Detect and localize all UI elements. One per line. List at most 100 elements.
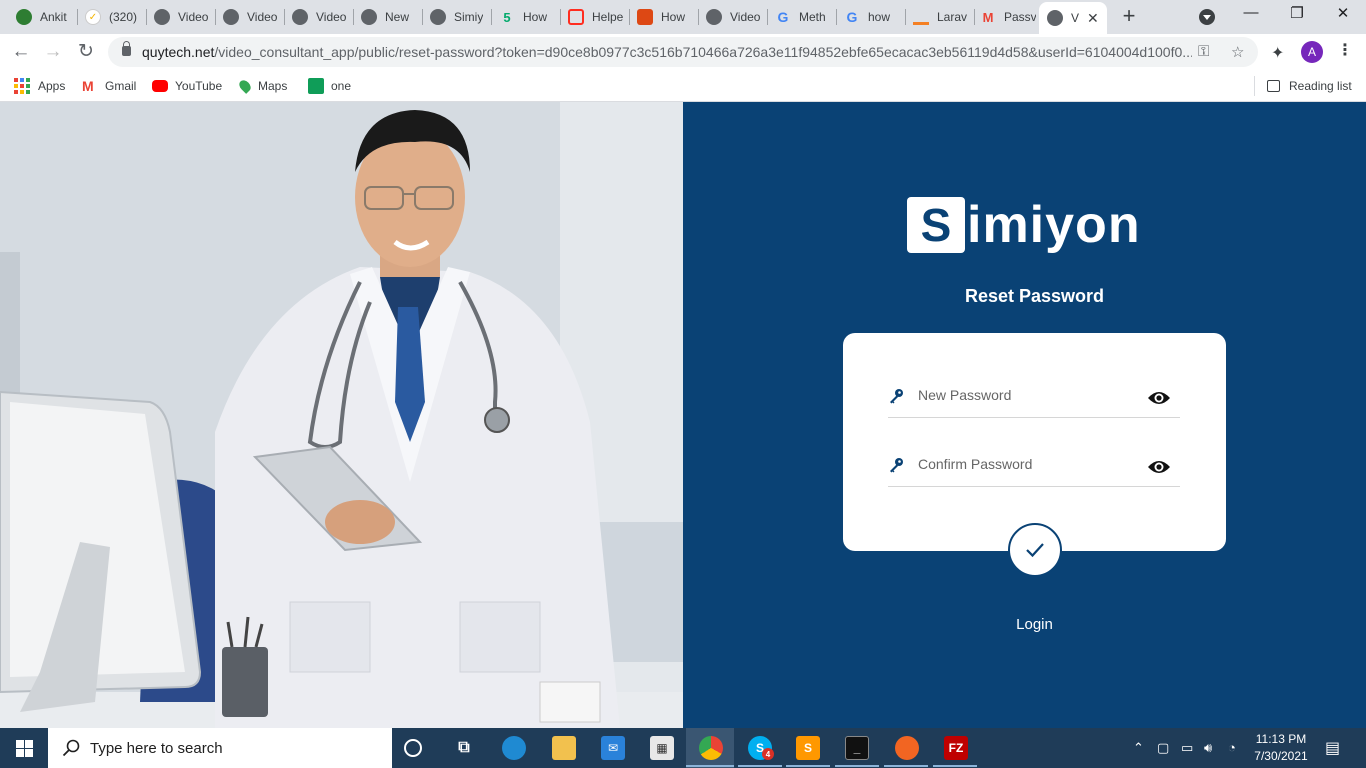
browser-tab-active[interactable]: V ✕: [1039, 2, 1107, 34]
windows-logo-icon: [15, 739, 33, 757]
tray-chevron-up-icon[interactable]: ⌃: [1133, 740, 1144, 756]
globe-icon: [706, 9, 722, 25]
google-icon: G: [777, 9, 789, 25]
browser-menu-icon[interactable]: ⋮: [1337, 42, 1353, 60]
bookmark-youtube[interactable]: YouTube: [152, 77, 222, 95]
url-text[interactable]: quytech.net/video_consultant_app/public/…: [142, 44, 1192, 60]
browser-tab[interactable]: ✓ (320): [85, 0, 141, 34]
browser-tab[interactable]: Video: [223, 0, 279, 34]
maps-pin-icon: [237, 78, 253, 94]
battery-icon[interactable]: ▭: [1181, 740, 1193, 756]
filezilla-icon[interactable]: FZ: [944, 736, 968, 760]
volume-icon[interactable]: 🔊︎: [1204, 740, 1212, 756]
browser-toolbar: ← → ↻ quytech.net/video_consultant_app/p…: [0, 34, 1366, 70]
edge-icon[interactable]: [502, 736, 526, 760]
show-password-eye-icon[interactable]: [1147, 390, 1171, 406]
simiyon-logo: S imiyon: [907, 197, 1141, 253]
skype-badge: 4: [762, 748, 774, 760]
gmail-icon: M: [82, 78, 94, 94]
back-arrow-icon[interactable]: ←: [9, 40, 33, 64]
logo-wordmark: imiyon: [967, 196, 1141, 254]
reload-icon[interactable]: ↻: [74, 40, 98, 64]
check-icon: ✓: [85, 9, 101, 25]
browser-tab[interactable]: Video: [706, 0, 762, 34]
browser-tab[interactable]: Ankit: [16, 0, 72, 34]
globe-icon: [361, 9, 377, 25]
browser-tab[interactable]: New: [361, 0, 417, 34]
extensions-puzzle-icon[interactable]: ✦: [1271, 43, 1284, 63]
star-bookmark-icon[interactable]: ☆: [1231, 43, 1244, 61]
postman-icon[interactable]: [895, 736, 919, 760]
new-tab-button[interactable]: +: [1117, 5, 1141, 29]
gmail-icon: M: [982, 9, 994, 25]
tab-search-icon[interactable]: [1199, 9, 1215, 25]
key-icon[interactable]: ⚿: [1198, 43, 1209, 60]
browser-tab-strip: Ankit ✓ (320) Video Video Video New Simi…: [0, 0, 1366, 34]
codeigniter-icon: [637, 9, 653, 25]
browser-tab[interactable]: Helpe: [568, 0, 624, 34]
bookmark-one[interactable]: one: [308, 77, 351, 95]
apps-grid-icon: [14, 78, 30, 94]
cortana-icon[interactable]: [404, 739, 422, 757]
task-view-icon[interactable]: ⧉: [452, 736, 476, 760]
sublime-text-icon[interactable]: S: [796, 736, 820, 760]
globe-icon: [16, 9, 32, 25]
browser-tab[interactable]: M Passv: [980, 0, 1036, 34]
minimize-icon[interactable]: —: [1241, 4, 1261, 21]
key-icon: [890, 389, 903, 404]
browser-tab[interactable]: Video: [292, 0, 348, 34]
terminal-icon[interactable]: _: [845, 736, 869, 760]
restore-icon[interactable]: ❐: [1287, 4, 1307, 22]
show-password-eye-icon[interactable]: [1147, 459, 1171, 475]
browser-tab[interactable]: 5 How: [499, 0, 555, 34]
browser-tab[interactable]: Video: [154, 0, 210, 34]
checkmark-icon: [1026, 543, 1044, 558]
w3-icon: 5: [503, 9, 511, 25]
search-icon: [62, 739, 80, 757]
close-tab-icon[interactable]: ✕: [1087, 10, 1099, 27]
start-button[interactable]: [0, 728, 48, 768]
browser-tab[interactable]: G how: [844, 0, 900, 34]
mail-icon[interactable]: ✉: [601, 736, 625, 760]
key-icon: [890, 458, 903, 473]
globe-icon: [1047, 10, 1063, 26]
bookmark-maps[interactable]: Maps: [237, 77, 287, 95]
profile-avatar[interactable]: A: [1301, 41, 1323, 63]
new-password-input[interactable]: [918, 384, 1138, 406]
globe-icon: [430, 9, 446, 25]
lock-icon[interactable]: [122, 41, 131, 56]
logo-mark: S: [907, 197, 965, 253]
page-content: S imiyon Reset Password Login: [0, 102, 1366, 728]
bookmark-apps[interactable]: Apps: [14, 77, 65, 95]
network-icon[interactable]: ◔: [1228, 740, 1236, 755]
reset-password-panel: S imiyon Reset Password Login: [683, 102, 1366, 728]
chrome-icon[interactable]: [699, 736, 723, 760]
stackoverflow-icon: [913, 9, 929, 25]
submit-button[interactable]: [1008, 523, 1062, 577]
reading-list-button[interactable]: Reading list: [1267, 77, 1352, 95]
globe-icon: [223, 9, 239, 25]
taskbar-search-box[interactable]: Type here to search: [48, 728, 392, 768]
browser-tab[interactable]: How: [637, 0, 693, 34]
file-explorer-icon[interactable]: [552, 736, 576, 760]
address-bar[interactable]: quytech.net/video_consultant_app/public/…: [108, 37, 1258, 67]
browser-tab[interactable]: Simiy: [430, 0, 486, 34]
sheets-icon: [308, 78, 324, 94]
browser-tab[interactable]: G Meth: [775, 0, 831, 34]
meet-now-icon[interactable]: ▢: [1157, 740, 1169, 756]
doctor-illustration: [0, 102, 683, 728]
forward-arrow-icon[interactable]: →: [41, 40, 65, 64]
bookmarks-bar: Apps M Gmail YouTube Maps one Reading li…: [0, 70, 1366, 102]
globe-icon: [154, 9, 170, 25]
store-icon[interactable]: ▦: [650, 736, 674, 760]
confirm-password-input[interactable]: [918, 453, 1138, 475]
login-link[interactable]: Login: [683, 616, 1366, 633]
taskbar-clock[interactable]: 11:13 PM 7/30/2021: [1248, 731, 1314, 765]
youtube-icon: [152, 80, 168, 92]
confirm-password-field: [888, 437, 1180, 487]
close-window-icon[interactable]: ✕: [1333, 4, 1353, 22]
google-icon: G: [846, 9, 858, 25]
browser-tab[interactable]: Larav: [913, 0, 969, 34]
notifications-icon[interactable]: ▤: [1325, 738, 1340, 758]
bookmark-gmail[interactable]: M Gmail: [82, 77, 136, 95]
